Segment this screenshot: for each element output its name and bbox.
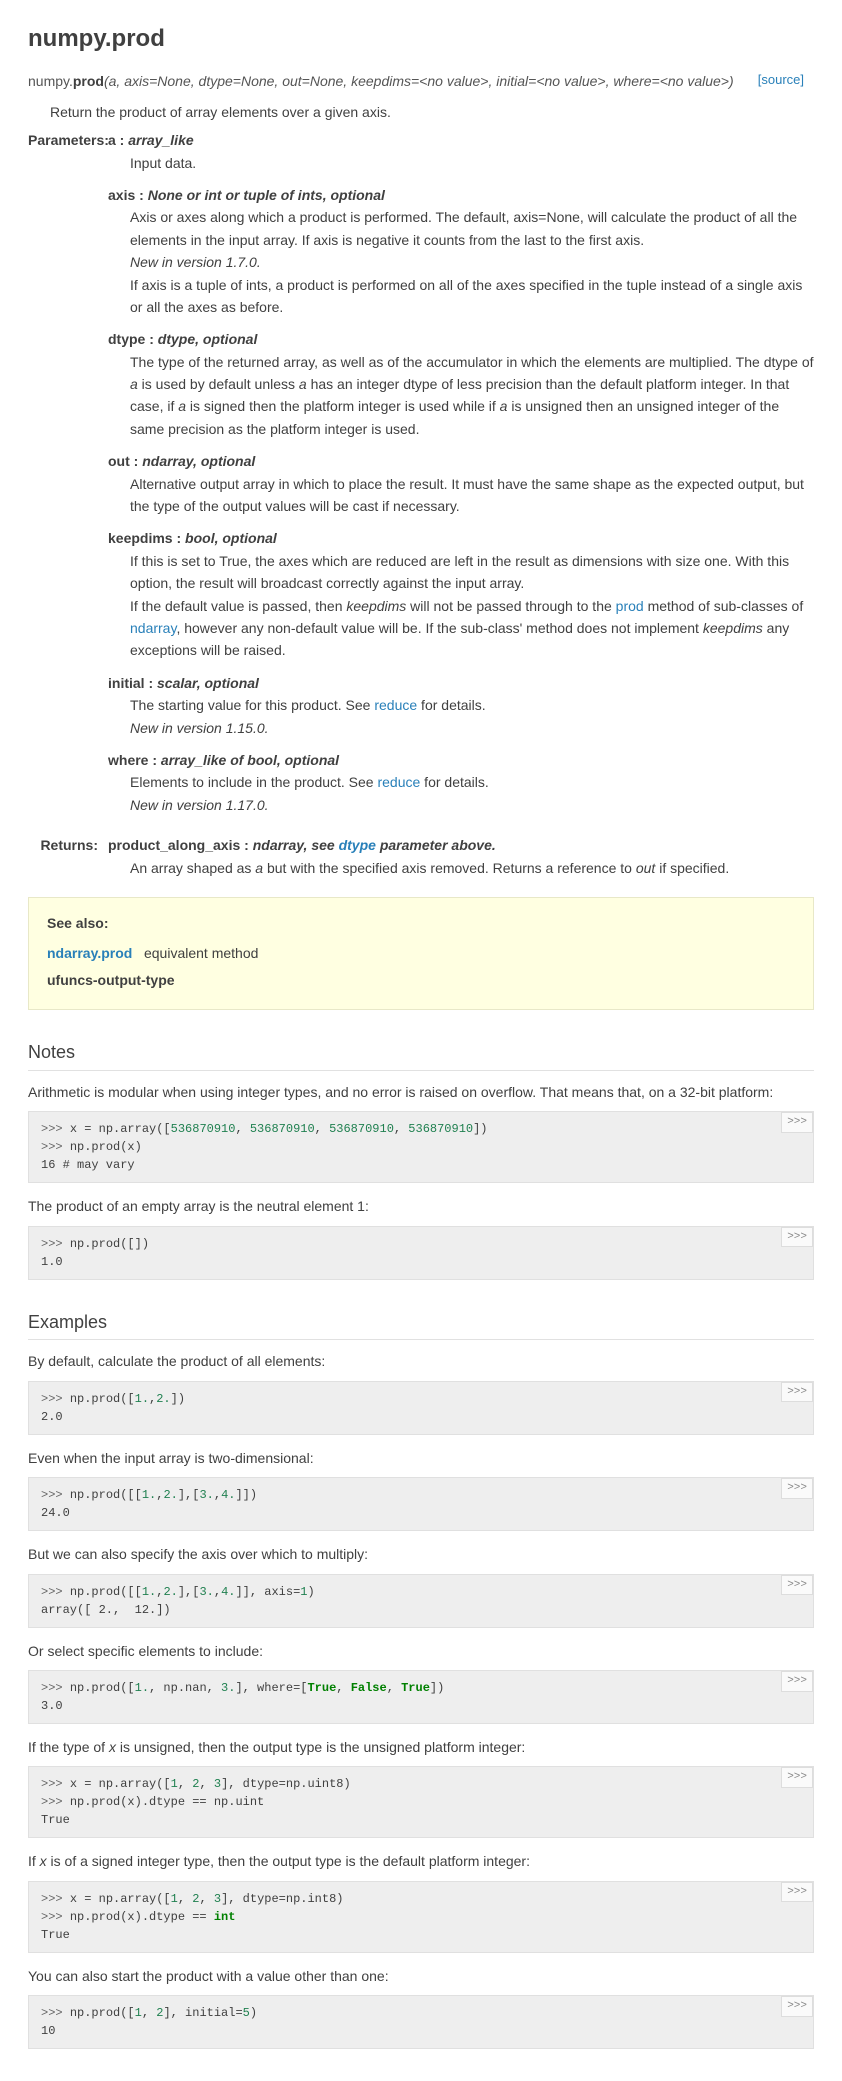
seealso-ndarray-prod[interactable]: ndarray.prod [47, 945, 132, 961]
code-example: >>>>>> np.prod([[1.,2.],[3.,4.]], axis=1… [28, 1574, 814, 1628]
toggle-prompt-button[interactable]: >>> [781, 1227, 813, 1248]
code-example: >>>>>> np.prod([1.,2.]) 2.0 [28, 1381, 814, 1435]
sig-name: prod [73, 73, 104, 89]
notes-heading: Notes [28, 1038, 814, 1071]
source-link[interactable]: [source] [758, 70, 804, 91]
param-out: out : ndarray, optional Alternative outp… [108, 450, 814, 517]
param-dtype: dtype : dtype, optional The type of the … [108, 328, 814, 440]
code-example: >>>>>> x = np.array([536870910, 53687091… [28, 1111, 814, 1183]
toggle-prompt-button[interactable]: >>> [781, 1996, 813, 2017]
param-where: where : array_like of bool, optional Ele… [108, 749, 814, 816]
version-added: New in version 1.7.0. [130, 251, 814, 273]
toggle-prompt-button[interactable]: >>> [781, 1575, 813, 1596]
toggle-prompt-button[interactable]: >>> [781, 1671, 813, 1692]
version-added: New in version 1.17.0. [130, 794, 814, 816]
seealso-ufuncs-output-type: ufuncs-output-type [47, 969, 795, 991]
dtype-link[interactable]: dtype [339, 837, 376, 853]
sig-prefix: numpy. [28, 73, 73, 89]
reduce-link[interactable]: reduce [377, 774, 420, 790]
function-signature: [source] numpy.prod(a, axis=None, dtype=… [28, 70, 814, 92]
params-label: Parameters: [28, 129, 108, 151]
param-initial: initial : scalar, optional The starting … [108, 672, 814, 739]
toggle-prompt-button[interactable]: >>> [781, 1767, 813, 1788]
param-axis: axis : None or int or tuple of ints, opt… [108, 184, 814, 318]
notes-text: Arithmetic is modular when using integer… [28, 1081, 814, 1103]
code-example: >>>>>> np.prod([1, 2], initial=5) 10 [28, 1995, 814, 2049]
toggle-prompt-button[interactable]: >>> [781, 1882, 813, 1903]
seealso-title: See also: [47, 912, 795, 934]
code-example: >>>>>> np.prod([]) 1.0 [28, 1226, 814, 1280]
examples-heading: Examples [28, 1308, 814, 1341]
code-example: >>>>>> np.prod([1., np.nan, 3.], where=[… [28, 1670, 814, 1724]
toggle-prompt-button[interactable]: >>> [781, 1112, 813, 1133]
toggle-prompt-button[interactable]: >>> [781, 1478, 813, 1499]
code-example: >>>>>> np.prod([[1.,2.],[3.,4.]]) 24.0 [28, 1477, 814, 1531]
param-desc: Input data. [130, 152, 814, 174]
sig-args: (a, axis=None, dtype=None, out=None, kee… [104, 73, 734, 89]
return-value: product_along_axis : ndarray, see dtype … [108, 834, 814, 879]
notes-text: The product of an empty array is the neu… [28, 1195, 814, 1217]
version-added: New in version 1.15.0. [130, 717, 814, 739]
reduce-link[interactable]: reduce [374, 697, 417, 713]
param-type: array_like [128, 132, 193, 148]
seealso-section: See also: ndarray.prod equivalent method… [28, 897, 814, 1010]
returns-label: Returns: [28, 834, 108, 856]
page-title: numpy.prod [28, 20, 814, 58]
summary: Return the product of array elements ove… [50, 101, 814, 123]
ndarray-link[interactable]: ndarray [130, 620, 176, 636]
code-example: >>>>>> x = np.array([1, 2, 3], dtype=np.… [28, 1881, 814, 1953]
prod-link[interactable]: prod [616, 598, 644, 614]
code-example: >>>>>> x = np.array([1, 2, 3], dtype=np.… [28, 1766, 814, 1838]
param-keepdims: keepdims : bool, optional If this is set… [108, 527, 814, 661]
toggle-prompt-button[interactable]: >>> [781, 1382, 813, 1403]
param-name: a [108, 132, 116, 148]
param-a: a : array_like Input data. [108, 129, 814, 174]
